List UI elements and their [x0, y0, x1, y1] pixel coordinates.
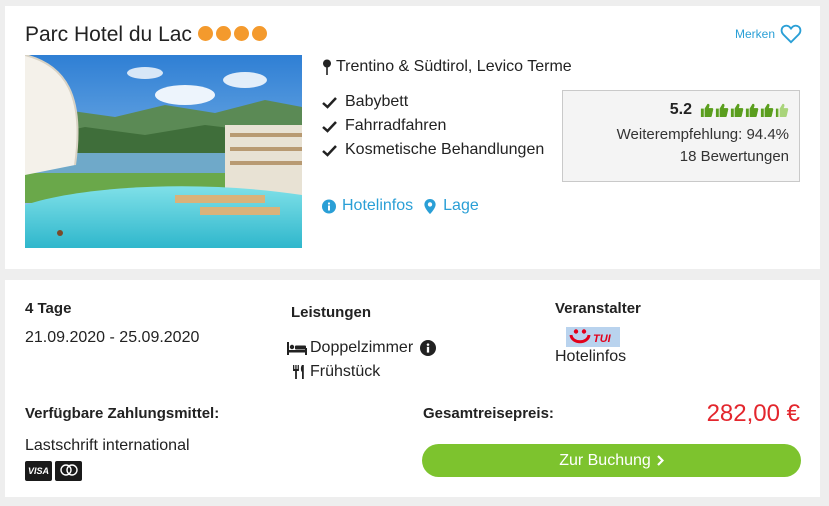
booking-button-label: Zur Buchung: [559, 451, 651, 469]
hotel-name[interactable]: Parc Hotel du Lac: [25, 23, 192, 47]
checkmark-icon: [322, 96, 337, 109]
total-price-label: Gesamtreisepreis:: [423, 405, 554, 422]
thumbs-rating: [700, 103, 789, 118]
amenity-label: Fahrradfahren: [345, 117, 447, 134]
booking-button[interactable]: Zur Buchung: [422, 444, 801, 477]
mastercard-icon: [59, 464, 78, 476]
amenity-label: Babybett: [345, 93, 409, 110]
thumbs-up-icon: [700, 103, 714, 117]
cutlery-icon: [293, 365, 304, 379]
hotel-photo-image: [25, 55, 302, 248]
info-circle-icon[interactable]: [420, 340, 437, 356]
map-marker-icon: [424, 198, 436, 214]
operator-heading: Veranstalter: [555, 300, 641, 317]
checkmark-icon: [322, 120, 337, 133]
tui-logo-text: TUI: [593, 333, 612, 345]
payment-card-logos: VISA: [25, 461, 82, 481]
rating-row: 5.2: [563, 99, 789, 121]
lage-link[interactable]: Lage: [423, 197, 479, 215]
review-count[interactable]: 18 Bewertungen: [563, 146, 789, 168]
service-label: Doppelzimmer: [310, 339, 414, 356]
payment-method: Lastschrift international: [25, 437, 190, 454]
hotel-star-rating: [198, 26, 267, 41]
star-icon: [198, 26, 213, 41]
amenity-label: Kosmetische Behandlungen: [345, 141, 545, 158]
map-pin-icon: [323, 59, 331, 75]
star-icon: [216, 26, 231, 41]
hotelinfos-link[interactable]: Hotelinfos: [322, 197, 413, 215]
heart-outline-icon: [780, 24, 802, 44]
rating-score: 5.2: [669, 101, 692, 118]
checkmark-icon: [322, 144, 337, 157]
amenity-item: Fahrradfahren: [322, 114, 544, 138]
services-list: Doppelzimmer Frühstück: [287, 336, 437, 384]
star-icon: [252, 26, 267, 41]
services-heading: Leistungen: [291, 304, 372, 321]
amenity-item: Babybett: [322, 90, 544, 114]
hotel-photo[interactable]: [25, 55, 302, 248]
payment-heading: Verfügbare Zahlungsmittel:: [25, 405, 220, 422]
operator-hotelinfos-link[interactable]: Hotelinfos: [555, 348, 626, 366]
offer-card: 4 Tage 21.09.2020 - 25.09.2020 Leistunge…: [5, 280, 820, 497]
mastercard-logo: [55, 461, 82, 481]
recommendation-rate: Weiterempfehlung: 94.4%: [616, 126, 789, 143]
location-text: Trentino & Südtirol, Levico Terme: [336, 58, 572, 75]
thumbs-up-icon: [715, 103, 729, 117]
hotelinfos-label: Hotelinfos: [342, 197, 414, 214]
star-icon: [234, 26, 249, 41]
chevron-right-icon: [657, 455, 664, 466]
thumbs-up-icon: [745, 103, 759, 117]
service-label: Frühstück: [310, 363, 381, 380]
service-item-board: Frühstück: [287, 360, 436, 384]
service-item-room: Doppelzimmer: [287, 336, 437, 360]
bed-icon: [287, 342, 307, 355]
amenity-item: Kosmetische Behandlungen: [322, 138, 544, 162]
tui-smile-icon: TUI: [569, 329, 612, 345]
lage-label: Lage: [443, 197, 479, 214]
info-circle-icon: [322, 199, 336, 213]
trip-duration: 4 Tage: [25, 300, 72, 317]
thumbs-up-icon: [730, 103, 744, 117]
hotel-location: Trentino & Südtirol, Levico Terme: [322, 58, 572, 76]
visa-logo: VISA: [25, 461, 52, 481]
travel-dates: 21.09.2020 - 25.09.2020: [25, 329, 200, 346]
amenities-list: Babybett Fahrradfahren Kosmetische Behan…: [322, 90, 544, 162]
thumbs-up-icon: [760, 103, 774, 117]
hotel-card: Parc Hotel du Lac Merken Trentino & Südt…: [5, 6, 820, 269]
rating-box[interactable]: 5.2 Weiterempfehlung: 94.4% 18 Bewertung…: [562, 90, 800, 182]
favorite-button[interactable]: Merken: [735, 24, 802, 44]
tui-logo: TUI: [566, 327, 620, 347]
total-price: 282,00 €: [706, 400, 800, 427]
favorite-label: Merken: [734, 27, 775, 41]
thumbs-up-icon: [775, 103, 789, 117]
hotel-links: Hotelinfos Lage: [322, 197, 479, 215]
